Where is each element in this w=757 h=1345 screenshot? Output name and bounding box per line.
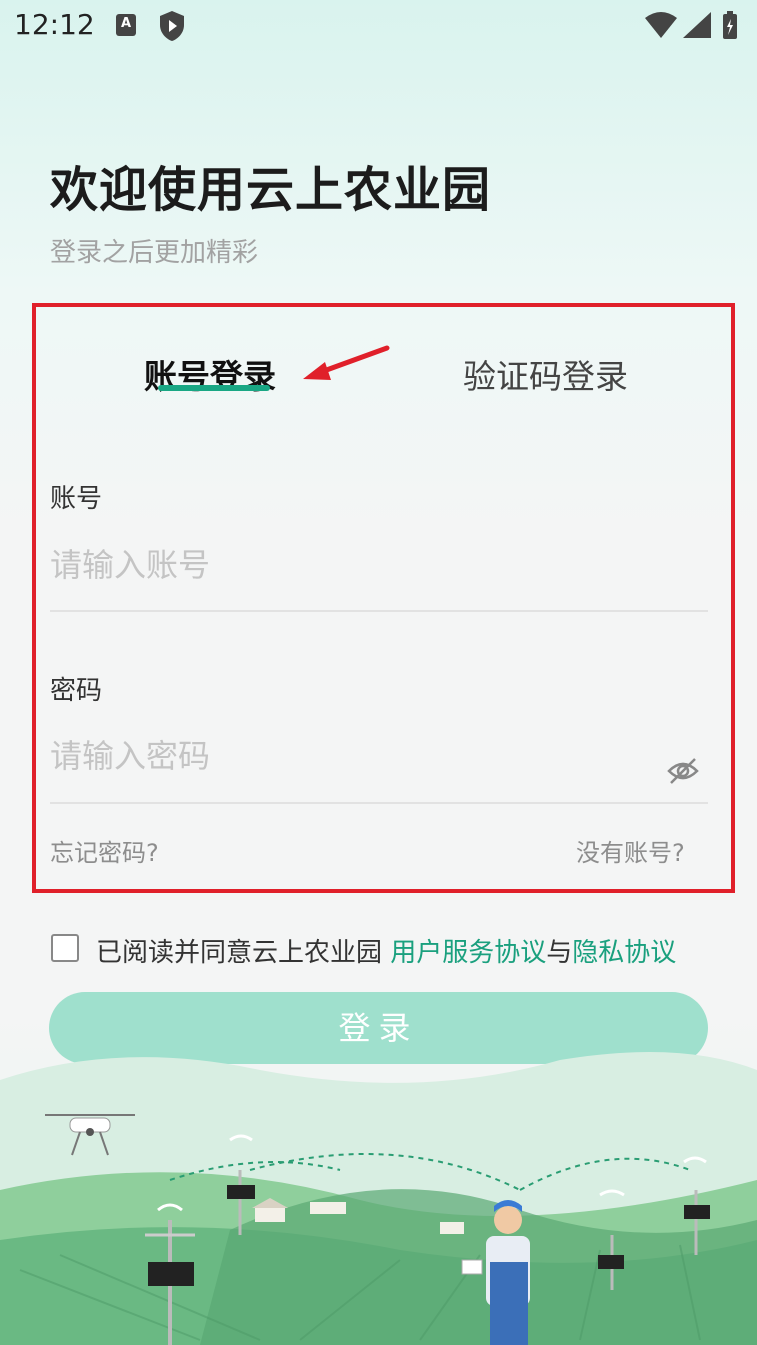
arrow-annotation-icon [295, 338, 395, 392]
signal-icon [683, 12, 711, 38]
privacy-link[interactable]: 隐私协议 [572, 938, 676, 968]
farm-illustration [0, 1052, 757, 1345]
account-label: 账号 [50, 484, 103, 514]
agreement-prefix: 已阅读并同意云上农业园 [96, 938, 391, 968]
battery-icon [723, 11, 737, 39]
account-input[interactable] [50, 535, 708, 595]
agreement-text: 已阅读并同意云上农业园 用户服务协议与隐私协议 [96, 932, 676, 969]
page-title: 欢迎使用云上农业园 [50, 162, 492, 218]
forgot-password-link[interactable]: 忘记密码? [50, 833, 159, 868]
shield-play-icon [158, 10, 186, 46]
password-divider [50, 802, 708, 804]
password-input[interactable] [50, 726, 650, 786]
status-right-icons [643, 10, 743, 46]
agreement-joiner: 与 [546, 938, 573, 968]
agreement-checkbox[interactable] [51, 934, 79, 962]
register-link[interactable]: 没有账号? [576, 833, 685, 868]
terms-link[interactable]: 用户服务协议 [390, 938, 546, 968]
tab-code-login[interactable]: 验证码登录 [463, 350, 628, 398]
status-bar: 12:12 A [0, 0, 757, 52]
password-visibility-toggle-icon[interactable] [666, 755, 700, 791]
active-tab-indicator [158, 385, 270, 391]
wifi-icon [645, 12, 677, 38]
password-label: 密码 [50, 676, 103, 706]
page-subtitle: 登录之后更加精彩 [50, 238, 259, 268]
a-notification-icon: A [116, 14, 136, 36]
account-divider [50, 610, 708, 612]
status-time: 12:12 [14, 8, 95, 41]
